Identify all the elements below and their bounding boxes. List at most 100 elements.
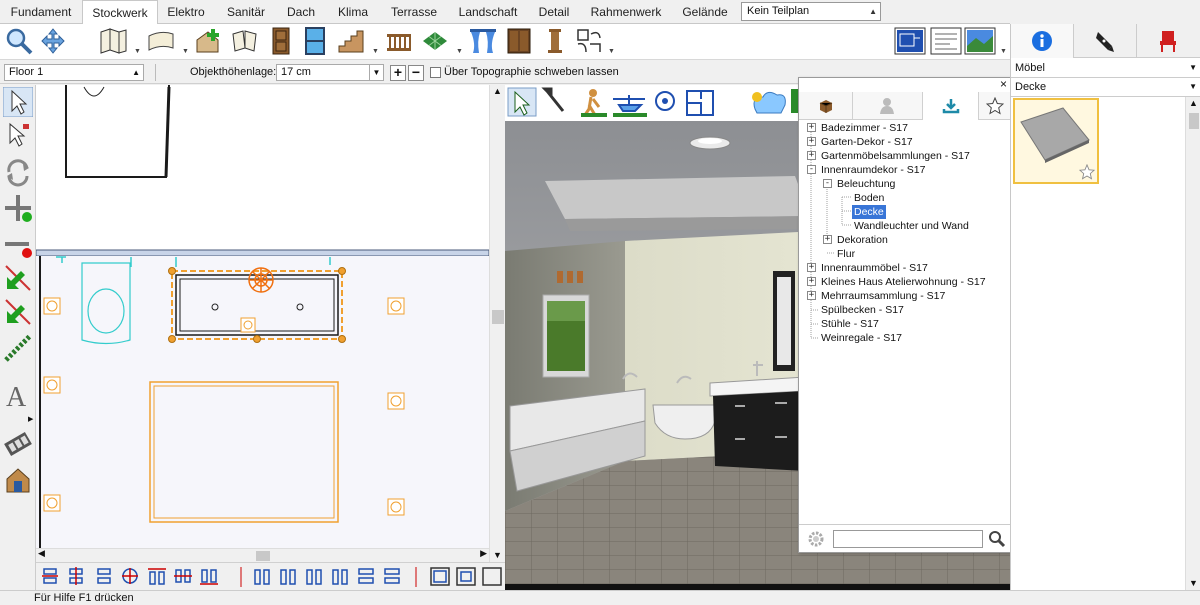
tab-klima[interactable]: Klima bbox=[324, 0, 382, 24]
tree-item-innenraumdekor[interactable]: Innenraumdekor - S17 bbox=[821, 163, 925, 177]
elevation-view-icon[interactable] bbox=[930, 26, 962, 56]
tab-material[interactable] bbox=[1074, 24, 1137, 58]
wall-icon[interactable] bbox=[98, 26, 128, 56]
tree-expander-icon[interactable]: + bbox=[807, 263, 816, 272]
tab-sanitaer[interactable]: Sanitär bbox=[214, 0, 278, 24]
add-point-icon[interactable] bbox=[3, 193, 33, 223]
section-icon[interactable] bbox=[230, 26, 260, 56]
column-icon[interactable] bbox=[540, 26, 570, 56]
tab-gelaende[interactable]: Gelände bbox=[674, 0, 736, 24]
tree-item-badezimmer[interactable]: Badezimmer - S17 bbox=[821, 121, 908, 135]
window-icon[interactable] bbox=[300, 26, 330, 56]
tree-item-flur[interactable]: Flur bbox=[837, 247, 855, 261]
pan-hand-icon[interactable] bbox=[38, 26, 68, 56]
subcategory-select[interactable]: Decke ▼ bbox=[1011, 78, 1200, 97]
tree-expander-icon[interactable]: + bbox=[807, 291, 816, 300]
tab-dach[interactable]: Dach bbox=[278, 0, 324, 24]
close-icon[interactable]: × bbox=[1000, 78, 1007, 91]
cad-shapes-icon[interactable] bbox=[574, 26, 604, 56]
tab-library-catalog[interactable] bbox=[799, 92, 853, 120]
tree-expander-icon[interactable]: + bbox=[823, 235, 832, 244]
dropdown-arrow-icon[interactable]: ▼ bbox=[182, 48, 189, 55]
tree-expander-icon[interactable]: + bbox=[807, 151, 816, 160]
dropdown-arrow-icon[interactable]: ▼ bbox=[1000, 48, 1007, 55]
join-line-icon[interactable] bbox=[3, 297, 33, 327]
gear-icon[interactable] bbox=[807, 530, 825, 548]
subplan-select[interactable]: Kein Teilplan ▲▼ bbox=[741, 2, 881, 33]
expand-arrow-icon[interactable]: ▶ bbox=[28, 415, 33, 423]
stairs-icon[interactable] bbox=[336, 26, 366, 56]
scroll-thumb[interactable] bbox=[1189, 113, 1199, 129]
topography-checkbox[interactable] bbox=[430, 67, 441, 78]
text-icon[interactable]: A bbox=[3, 381, 33, 411]
thumbnail-scrollbar[interactable]: ▲ ▼ bbox=[1185, 97, 1200, 590]
library-search-input[interactable] bbox=[833, 530, 983, 548]
zoom-icon[interactable] bbox=[4, 26, 34, 56]
library-item-thumbnail[interactable] bbox=[1013, 98, 1099, 184]
tree-item-weinregale[interactable]: Weinregale - S17 bbox=[821, 331, 902, 345]
tree-item-stuehle[interactable]: Stühle - S17 bbox=[821, 317, 879, 331]
dropdown-arrow-icon[interactable]: ▼ bbox=[456, 48, 463, 55]
scroll-up-icon[interactable]: ▲ bbox=[493, 86, 502, 96]
plan-vertical-scrollbar[interactable]: ▲ ▼ bbox=[489, 85, 505, 562]
tree-item-spuelbecken[interactable]: Spülbecken - S17 bbox=[821, 303, 904, 317]
tree-item-kleines-haus[interactable]: Kleines Haus Atelierwohnung - S17 bbox=[821, 275, 986, 289]
tree-collapse-icon[interactable]: - bbox=[823, 179, 832, 188]
camera-film-icon[interactable] bbox=[3, 429, 33, 459]
plan-horizontal-scrollbar[interactable]: ◀ ▶ bbox=[36, 548, 489, 562]
scroll-right-icon[interactable]: ▶ bbox=[480, 548, 487, 559]
tree-item-wandleuchter[interactable]: Wandleuchter und Wand bbox=[854, 219, 969, 233]
floor-plan-view[interactable] bbox=[36, 85, 489, 548]
scroll-thumb[interactable] bbox=[256, 551, 270, 561]
increase-button[interactable]: + bbox=[390, 65, 406, 81]
tree-expander-icon[interactable]: + bbox=[807, 137, 816, 146]
scroll-left-icon[interactable]: ◀ bbox=[38, 548, 45, 559]
house-library-icon[interactable] bbox=[3, 465, 33, 495]
height-field[interactable]: 17 cm ▼ bbox=[276, 64, 384, 81]
alignment-icons[interactable] bbox=[36, 563, 506, 591]
dropdown-arrow-icon[interactable]: ▼ bbox=[608, 48, 615, 55]
tree-expander-icon[interactable]: + bbox=[807, 277, 816, 286]
select-single-icon[interactable] bbox=[3, 121, 33, 151]
tab-landschaft[interactable]: Landschaft bbox=[446, 0, 530, 24]
tree-collapse-icon[interactable]: - bbox=[807, 165, 816, 174]
slab-icon[interactable] bbox=[146, 26, 176, 56]
search-icon[interactable] bbox=[988, 530, 1006, 548]
tab-rahmenwerk[interactable]: Rahmenwerk bbox=[578, 0, 674, 24]
tree-item-innenraummoebel[interactable]: Innenraummöbel - S17 bbox=[821, 261, 928, 275]
tree-expander-icon[interactable]: + bbox=[807, 123, 816, 132]
cabinet-icon[interactable] bbox=[504, 26, 534, 56]
scroll-up-icon[interactable]: ▲ bbox=[1189, 98, 1198, 108]
tab-terrasse[interactable]: Terrasse bbox=[382, 0, 446, 24]
floor-material-icon[interactable] bbox=[420, 26, 450, 56]
tab-fundament[interactable]: Fundament bbox=[0, 0, 82, 24]
tree-item-boden[interactable]: Boden bbox=[854, 191, 884, 205]
dropdown-arrow-icon[interactable]: ▼ bbox=[134, 48, 141, 55]
tree-item-garten-dekor[interactable]: Garten-Dekor - S17 bbox=[821, 135, 913, 149]
floorplan-view-icon[interactable] bbox=[894, 26, 926, 56]
remove-point-icon[interactable] bbox=[3, 229, 33, 259]
decrease-button[interactable]: − bbox=[408, 65, 424, 81]
tree-item-decke[interactable]: Decke bbox=[852, 205, 886, 219]
floor-select[interactable]: Floor 1 ▲▼ bbox=[4, 64, 144, 92]
dropdown-arrow-icon[interactable]: ▼ bbox=[372, 48, 379, 55]
tab-object[interactable] bbox=[1137, 24, 1200, 58]
tab-elektro[interactable]: Elektro bbox=[158, 0, 214, 24]
star-icon[interactable] bbox=[1079, 164, 1095, 180]
tab-detail[interactable]: Detail bbox=[530, 0, 578, 24]
tab-info[interactable] bbox=[1011, 24, 1074, 58]
railing-icon[interactable] bbox=[384, 26, 414, 56]
tab-stockwerk[interactable]: Stockwerk bbox=[82, 0, 158, 25]
curtain-icon[interactable] bbox=[468, 26, 498, 56]
category-select[interactable]: Möbel ▼ bbox=[1011, 59, 1200, 78]
dimension-chain-icon[interactable] bbox=[3, 333, 33, 363]
rotate-icon[interactable] bbox=[3, 157, 33, 187]
break-line-icon[interactable] bbox=[3, 263, 33, 293]
3d-view-icon[interactable] bbox=[964, 26, 996, 56]
chevron-down-icon[interactable]: ▼ bbox=[369, 65, 383, 80]
add-room-icon[interactable] bbox=[194, 26, 224, 56]
select-arrow-icon[interactable] bbox=[3, 87, 33, 117]
tree-item-mehrraumsammlung[interactable]: Mehrraumsammlung - S17 bbox=[821, 289, 945, 303]
door-icon[interactable] bbox=[266, 26, 296, 56]
tree-item-dekoration[interactable]: Dekoration bbox=[837, 233, 888, 247]
